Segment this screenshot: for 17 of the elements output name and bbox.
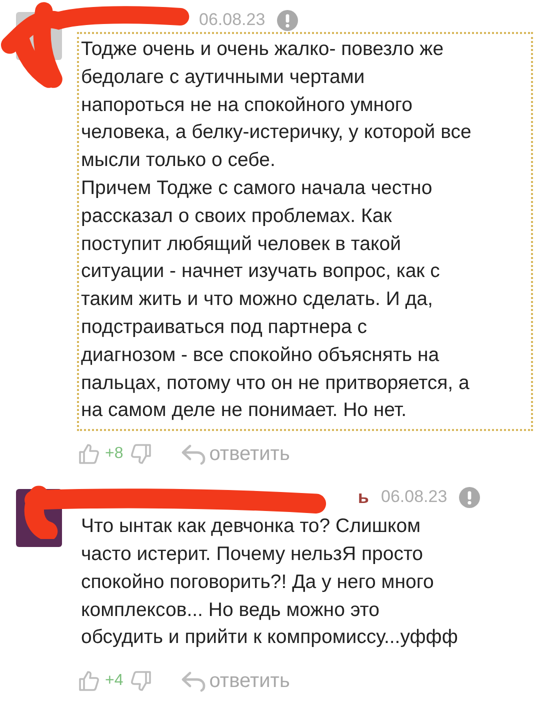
comment-text: Тодже очень и очень жалко- повезло же бедолаге с аутичными чертами напороться не на спокойного умного человека, а белку-истеричку, у которой все мысли только о себе. Причем Тодже с самого начала честно рассказал о своих проблемах. Как поступит любящий человек в такой ситуации - начнет изучать вопрос, как с таким жить и что можно сделать. И да, подстраиваться под партнера с диагнозом - все спокойно объяснять на пальцах, потому что он не притворяется, а на самом деле не понимает. Но нет. xyxy=(77,32,533,432)
thumbs-down-icon[interactable] xyxy=(129,669,154,694)
reply-icon xyxy=(181,442,208,466)
report-icon[interactable] xyxy=(277,10,298,30)
comment-text: Что ынтак как девчонка то? Слишком часто истерит. Почему нельзЯ просто спокойно поговорить?! Да у него много комплексов... Но ведь можно это обсудить и прийти к компромиссу...уффф xyxy=(80,514,459,650)
author-name[interactable]: ь xyxy=(77,486,369,508)
thumbs-down-icon[interactable] xyxy=(129,442,154,466)
reply-button[interactable]: ответить xyxy=(181,669,290,694)
reply-icon xyxy=(181,669,208,694)
rating-count: +4 xyxy=(105,672,124,690)
reply-button[interactable]: ответить xyxy=(181,442,290,466)
comment-date: 06.08.23 xyxy=(381,487,448,508)
rating-count: +8 xyxy=(105,445,124,464)
thumbs-up-icon[interactable] xyxy=(77,442,101,466)
comment-date: 06.08.23 xyxy=(199,10,266,30)
thumbs-up-icon[interactable] xyxy=(77,669,101,694)
report-icon[interactable] xyxy=(459,486,480,508)
